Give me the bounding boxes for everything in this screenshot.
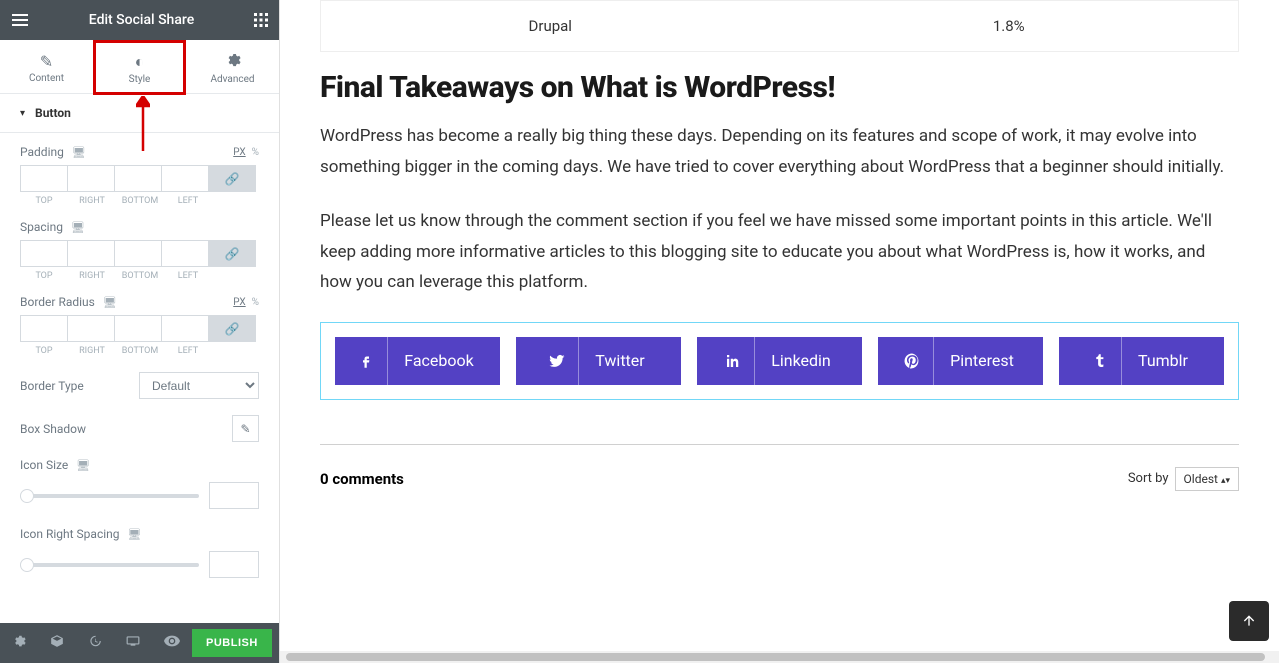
gear-icon (190, 52, 275, 72)
border-type-select[interactable]: Default (139, 372, 259, 399)
sidebar-title: Edit Social Share (32, 12, 251, 28)
link-values-button[interactable]: 🔗 (208, 240, 256, 267)
sidebar-footer: PUBLISH ▲ (0, 623, 279, 663)
spacing-top-input[interactable] (20, 240, 68, 267)
editor-sidebar: Edit Social Share ✎ Content ◐ Style Adva… (0, 0, 280, 663)
desktop-icon[interactable]: 🖥 (71, 221, 85, 234)
pinterest-icon (891, 337, 934, 385)
comments-count: 0 comments (320, 470, 404, 488)
spacing-bottom-input[interactable] (114, 240, 162, 267)
linkedin-button[interactable]: Linkedin (697, 337, 862, 385)
twitter-button[interactable]: Twitter (516, 337, 681, 385)
style-icon: ◐ (97, 52, 182, 72)
box-shadow-label: Box Shadow (20, 422, 86, 436)
icon-size-label: Icon Size🖥 (20, 458, 259, 472)
pinterest-button[interactable]: Pinterest (878, 337, 1043, 385)
preview-area: Drupal 1.8% Final Takeaways on What is W… (280, 0, 1279, 663)
radius-top-input[interactable] (20, 315, 68, 342)
table-cell: 1.8% (780, 1, 1239, 51)
editor-tabs: ✎ Content ◐ Style Advanced (0, 40, 279, 94)
table-row: Drupal 1.8% (320, 0, 1239, 52)
app-root: Edit Social Share ✎ Content ◐ Style Adva… (0, 0, 1279, 663)
padding-bottom-input[interactable] (114, 165, 162, 192)
tab-style[interactable]: ◐ Style (93, 40, 186, 93)
tab-advanced[interactable]: Advanced (186, 40, 279, 93)
unit-switch[interactable]: PX% (233, 147, 259, 158)
horizontal-scrollbar[interactable] (280, 651, 1279, 663)
unit-switch[interactable]: PX% (233, 297, 259, 308)
spacing-label: Spacing🖥 (20, 220, 85, 234)
scrollbar-thumb[interactable] (286, 653, 1265, 661)
preview-icon[interactable] (160, 631, 184, 655)
box-shadow-edit-button[interactable]: ✎ (232, 415, 259, 442)
history-icon[interactable] (84, 630, 106, 656)
sort-caret-icon: ▴▾ (1221, 476, 1230, 486)
desktop-icon[interactable]: 🖥 (128, 528, 142, 541)
article-paragraph: Please let us know through the comment s… (320, 206, 1239, 298)
sort-select[interactable]: Oldest ▴▾ (1175, 467, 1239, 491)
facebook-icon (345, 337, 388, 385)
back-to-top-button[interactable] (1229, 601, 1269, 641)
padding-top-input[interactable] (20, 165, 68, 192)
link-values-button[interactable]: 🔗 (208, 315, 256, 342)
linkedin-icon (712, 337, 755, 385)
icon-right-spacing-label: Icon Right Spacing🖥 (20, 527, 259, 541)
navigator-icon[interactable] (46, 630, 68, 656)
tumblr-icon (1079, 337, 1122, 385)
icon-size-slider[interactable] (20, 494, 199, 498)
slider-thumb[interactable] (20, 489, 34, 503)
padding-label: Padding🖥 (20, 145, 86, 159)
pencil-icon: ✎ (4, 52, 89, 71)
publish-button[interactable]: PUBLISH (192, 629, 272, 657)
divider (320, 444, 1239, 445)
menu-icon[interactable] (8, 8, 32, 32)
sidebar-header: Edit Social Share (0, 0, 279, 40)
facebook-button[interactable]: Facebook (335, 337, 500, 385)
link-values-button[interactable]: 🔗 (208, 165, 256, 192)
border-radius-label: Border Radius🖥 (20, 295, 117, 309)
table-cell: Drupal (321, 1, 780, 51)
radius-left-input[interactable] (161, 315, 209, 342)
desktop-icon[interactable]: 🖥 (72, 146, 86, 159)
spacing-left-input[interactable] (161, 240, 209, 267)
comments-bar: 0 comments Sort by Oldest ▴▾ (320, 467, 1239, 491)
radius-right-input[interactable] (67, 315, 115, 342)
slider-thumb[interactable] (20, 558, 34, 572)
article-paragraph: WordPress has become a really big thing … (320, 121, 1239, 182)
radius-bottom-input[interactable] (114, 315, 162, 342)
padding-left-input[interactable] (161, 165, 209, 192)
controls-panel: Padding🖥 PX% 🔗 TOPRIGHTBOTTOMLEFT Spacin… (0, 133, 279, 623)
widgets-icon[interactable] (251, 10, 271, 30)
icon-right-spacing-input[interactable] (209, 551, 259, 578)
section-button[interactable]: ▾ Button (0, 94, 279, 133)
twitter-icon (536, 337, 579, 385)
desktop-icon[interactable]: 🖥 (103, 296, 117, 309)
sort-label: Sort by (1128, 471, 1169, 486)
icon-size-input[interactable] (209, 482, 259, 509)
caret-down-icon: ▾ (20, 108, 25, 119)
tumblr-button[interactable]: Tumblr (1059, 337, 1224, 385)
icon-right-spacing-slider[interactable] (20, 563, 199, 567)
desktop-icon[interactable]: 🖥 (76, 459, 90, 472)
social-share-widget[interactable]: Facebook Twitter Linkedin Pinterest Tumb… (320, 322, 1239, 400)
article-heading: Final Takeaways on What is WordPress! (320, 70, 1239, 105)
responsive-icon[interactable] (122, 631, 144, 655)
spacing-right-input[interactable] (67, 240, 115, 267)
settings-icon[interactable] (8, 630, 30, 656)
tab-content[interactable]: ✎ Content (0, 40, 93, 93)
padding-right-input[interactable] (67, 165, 115, 192)
border-type-label: Border Type (20, 379, 84, 393)
